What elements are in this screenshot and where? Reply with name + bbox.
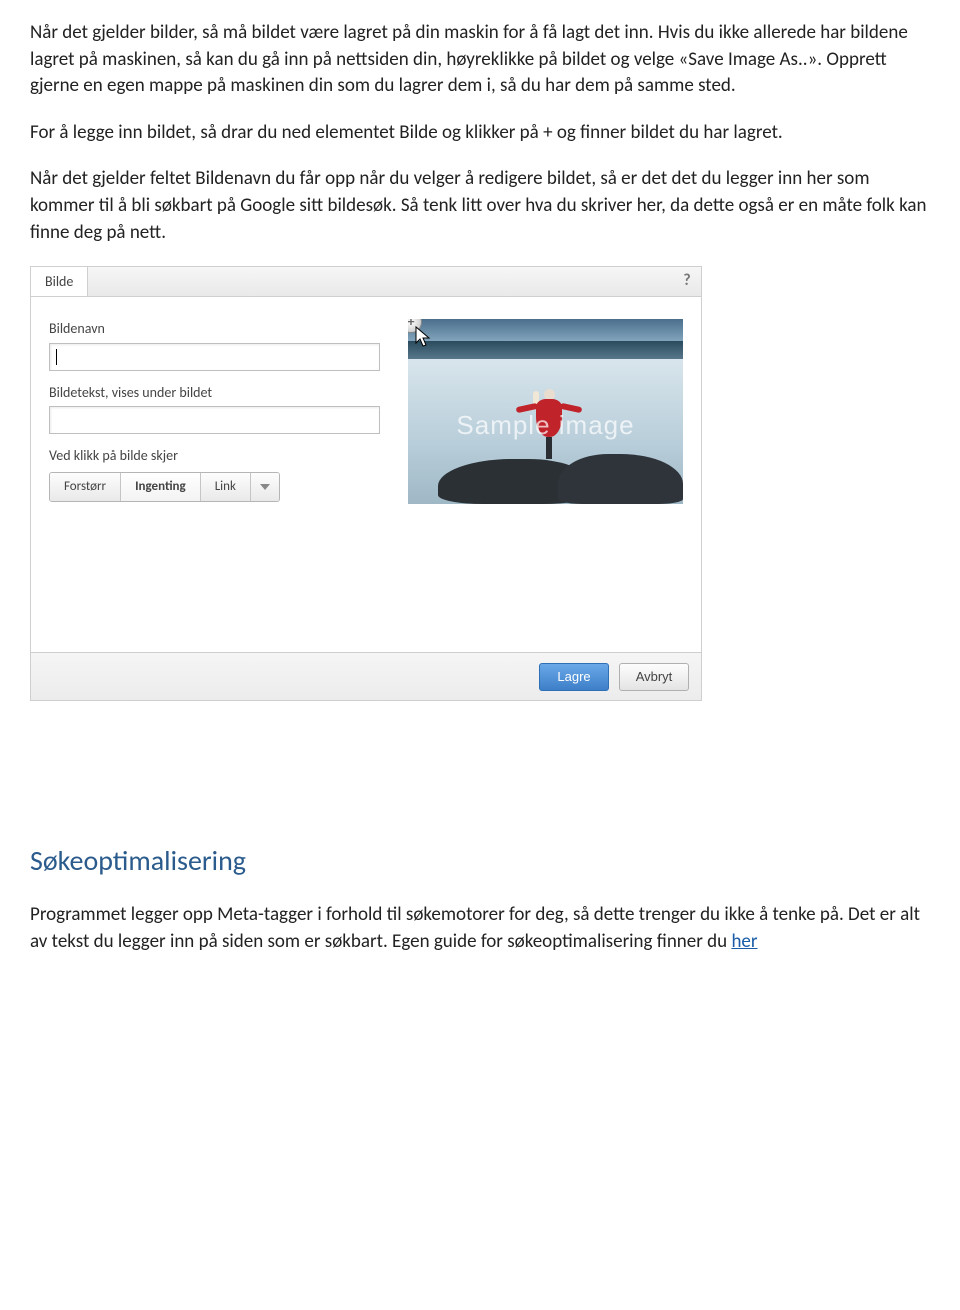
help-icon[interactable]: ? xyxy=(673,267,701,296)
paragraph-1: Når det gjelder bilder, så må bildet vær… xyxy=(30,20,930,100)
panel-titlebar: Bilde ? xyxy=(31,267,701,297)
click-action-group: Forstørr Ingenting Link xyxy=(49,472,280,502)
heading-seo: Søkeoptimalisering xyxy=(30,841,930,880)
panel-tab-bilde[interactable]: Bilde xyxy=(31,267,88,296)
chevron-down-icon xyxy=(260,484,270,490)
paragraph-3: Når det gjelder feltet Bildenavn du får … xyxy=(30,166,930,246)
save-button[interactable]: Lagre xyxy=(539,663,609,691)
cancel-button[interactable]: Avbryt xyxy=(619,663,689,691)
option-forstorr[interactable]: Forstørr xyxy=(50,473,121,501)
watermark-text: Sample image xyxy=(408,407,683,443)
paragraph-2: For å legge inn bildet, så drar du ned e… xyxy=(30,120,930,147)
label-bildetekst: Bildetekst, vises under bildet xyxy=(49,383,380,403)
input-bildetekst[interactable] xyxy=(49,406,380,434)
option-ingenting[interactable]: Ingenting xyxy=(121,473,201,501)
option-link[interactable]: Link xyxy=(201,473,251,501)
label-bildenavn: Bildenavn xyxy=(49,319,380,339)
panel-footer: Lagre Avbryt xyxy=(31,652,701,700)
dropdown-toggle[interactable] xyxy=(251,473,279,501)
image-editor-panel: Bilde ? Bildenavn Bildetekst, vises unde… xyxy=(30,266,930,701)
text-caret-icon xyxy=(56,349,57,365)
input-bildenavn[interactable] xyxy=(49,343,380,371)
link-her[interactable]: her xyxy=(731,930,757,953)
label-click-action: Ved klikk på bilde skjer xyxy=(49,446,380,466)
paragraph-seo: Programmet legger opp Meta-tagger i forh… xyxy=(30,902,930,955)
seo-body: Programmet legger opp Meta-tagger i forh… xyxy=(30,903,920,953)
image-preview[interactable]: Sample image + xyxy=(408,319,683,504)
